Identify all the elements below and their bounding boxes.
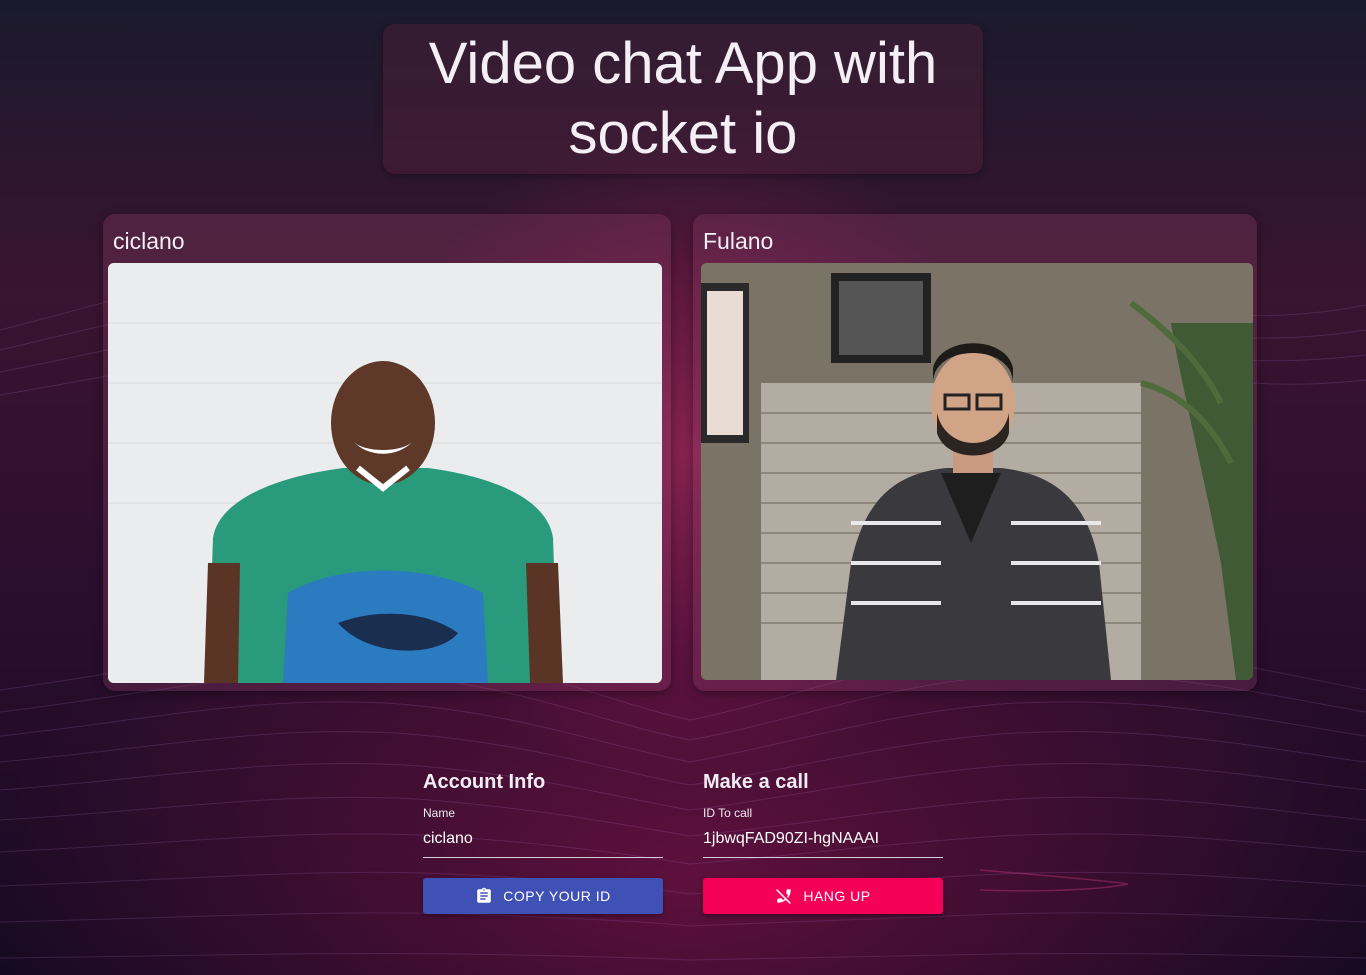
make-call-heading: Make a call <box>703 771 809 793</box>
make-call-panel: Make a call ID To call HANG UP <box>703 768 943 914</box>
clipboard-icon <box>475 887 493 905</box>
local-video-name: ciclano <box>113 228 185 254</box>
hang-up-button[interactable]: HANG UP <box>703 878 943 914</box>
remote-video-name: Fulano <box>703 228 774 254</box>
page-title: Video chat App with socket io <box>428 31 938 166</box>
account-info-heading: Account Info <box>423 771 546 793</box>
copy-id-button[interactable]: COPY YOUR ID <box>423 878 663 914</box>
name-label: Name <box>423 806 456 820</box>
remote-video[interactable] <box>701 263 1253 680</box>
copy-id-label: COPY YOUR ID <box>503 888 611 904</box>
remote-video-card: Fulano <box>693 214 1257 691</box>
hang-up-label: HANG UP <box>803 888 871 904</box>
local-video-person-image <box>108 263 662 683</box>
id-to-call-label: ID To call <box>703 806 753 820</box>
id-to-call-input[interactable] <box>703 824 943 858</box>
name-input[interactable] <box>423 824 663 858</box>
remote-video-person-image <box>701 263 1253 680</box>
phone-disabled-icon <box>775 887 793 905</box>
local-video-card: ciclano <box>103 214 671 691</box>
account-info-panel: Account Info Name COPY YOUR ID <box>423 768 663 914</box>
local-video[interactable] <box>108 263 662 683</box>
title-card: Video chat App with socket io <box>383 24 983 174</box>
